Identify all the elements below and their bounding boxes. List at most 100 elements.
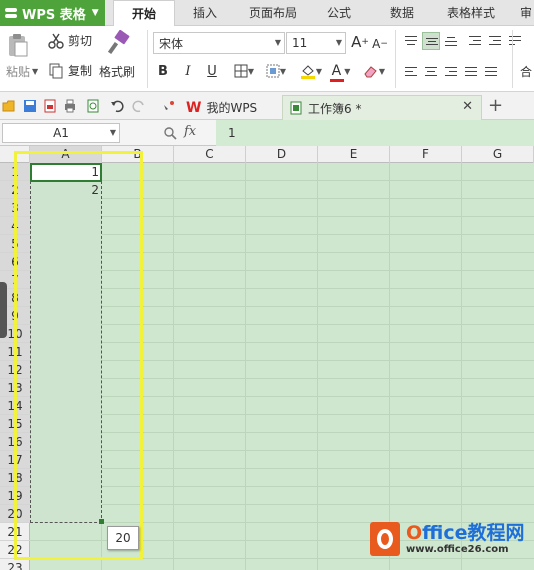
open-folder-icon[interactable] bbox=[2, 99, 16, 113]
caret-down-icon: ▼ bbox=[32, 67, 39, 76]
border-grid-icon bbox=[234, 64, 248, 78]
caret-down-icon: ▼ bbox=[91, 8, 99, 18]
align-left-button[interactable] bbox=[402, 63, 420, 81]
border-button[interactable]: ▼ bbox=[230, 61, 258, 81]
close-icon[interactable]: ✕ bbox=[462, 99, 473, 114]
worksheet-grid[interactable]: ABCDEFG 1 2 3 4 5 6 7 8 9 10 11 12 13 14 15 16 17 18 19 20 2… bbox=[0, 146, 534, 570]
justify-button[interactable] bbox=[462, 63, 480, 81]
column-header-c[interactable]: C bbox=[174, 146, 246, 163]
column-gridline bbox=[461, 163, 462, 570]
format-painter-button[interactable]: 格式刷 bbox=[99, 63, 135, 80]
font-size-value: 11 bbox=[292, 36, 308, 50]
name-box-value: A1 bbox=[53, 126, 69, 140]
cell-style-icon bbox=[266, 64, 280, 78]
undo-icon[interactable] bbox=[110, 99, 124, 113]
app-menu-button[interactable]: WPS 表格 ▼ bbox=[0, 0, 105, 26]
watermark-logo: Office教程网 www.office26.com bbox=[370, 519, 534, 559]
caret-down-icon: ▼ bbox=[335, 38, 342, 47]
clear-format-button[interactable]: ▼ bbox=[360, 61, 388, 81]
caret-down-icon: ▼ bbox=[247, 66, 255, 76]
font-color-icon: A bbox=[329, 63, 344, 82]
name-box[interactable]: A1 ▼ bbox=[2, 123, 120, 143]
app-name: WPS 表格 bbox=[22, 7, 86, 23]
paste-label-button[interactable]: 粘贴 ▼ bbox=[6, 63, 38, 80]
tab-workbook-label: 工作簿6 * bbox=[308, 101, 362, 116]
align-bottom-button[interactable] bbox=[442, 32, 460, 50]
italic-button[interactable]: I bbox=[178, 61, 198, 81]
column-gridline bbox=[317, 163, 318, 570]
bold-button[interactable]: B bbox=[153, 61, 173, 81]
annotation-highlight-box bbox=[14, 151, 143, 560]
font-size-select[interactable]: 11 ▼ bbox=[286, 32, 346, 54]
cell-style-button[interactable]: ▼ bbox=[262, 61, 290, 81]
shrink-font-button[interactable]: A − bbox=[370, 34, 390, 54]
font-color-button[interactable]: A ▼ bbox=[328, 61, 354, 82]
eraser-icon bbox=[364, 66, 377, 78]
ribbon-separator bbox=[512, 30, 513, 88]
tab-review[interactable]: 审 bbox=[514, 0, 534, 26]
cut-label: 剪切 bbox=[68, 34, 93, 48]
tab-workbook[interactable]: 工作簿6 * ✕ bbox=[282, 95, 482, 120]
paint-bucket-icon bbox=[300, 65, 315, 79]
cut-button[interactable]: 剪切 bbox=[48, 32, 92, 49]
align-center-button[interactable] bbox=[422, 63, 440, 81]
watermark-title-rest: ffice教程网 bbox=[422, 522, 525, 544]
merge-center-button[interactable]: 合 bbox=[520, 63, 532, 80]
side-panel-grip[interactable] bbox=[0, 282, 7, 338]
watermark-text: Office教程网 www.office26.com bbox=[406, 522, 525, 556]
underline-button[interactable]: U bbox=[202, 61, 222, 81]
redo-icon[interactable] bbox=[132, 99, 146, 113]
zoom-search-icon[interactable] bbox=[163, 126, 177, 140]
caret-down-icon: ▼ bbox=[279, 66, 287, 76]
row-header-23[interactable]: 23 bbox=[0, 559, 30, 570]
paste-button[interactable] bbox=[6, 32, 32, 58]
font-name-value: 宋体 bbox=[159, 36, 184, 51]
customize-toolbar-icon[interactable] bbox=[162, 99, 176, 113]
decrease-indent-button[interactable] bbox=[466, 32, 484, 50]
save-icon[interactable] bbox=[23, 99, 37, 113]
tab-home[interactable]: 开始 bbox=[113, 0, 175, 27]
font-name-select[interactable]: 宋体 ▼ bbox=[153, 32, 285, 54]
column-gridline bbox=[389, 163, 390, 570]
format-painter-icon bbox=[107, 30, 130, 55]
grow-font-icon: A bbox=[351, 33, 362, 51]
quick-access-toolbar: W 我的WPS 工作簿6 * ✕ + bbox=[0, 92, 534, 120]
grow-font-button[interactable]: A + bbox=[350, 32, 370, 52]
ribbon-separator bbox=[395, 30, 396, 88]
insert-function-icon[interactable]: fx bbox=[184, 124, 196, 139]
fill-value-tooltip: 20 bbox=[107, 526, 139, 550]
column-header-g[interactable]: G bbox=[462, 146, 534, 163]
tab-data[interactable]: 数据 bbox=[380, 0, 424, 26]
wrap-text-button[interactable] bbox=[506, 32, 524, 50]
column-header-f[interactable]: F bbox=[390, 146, 462, 163]
tab-formula[interactable]: 公式 bbox=[318, 0, 360, 26]
distributed-align-button[interactable] bbox=[482, 63, 500, 81]
align-top-button[interactable] bbox=[402, 32, 420, 50]
formula-input[interactable]: 1 bbox=[216, 120, 534, 146]
column-header-d[interactable]: D bbox=[246, 146, 318, 163]
print-preview-icon[interactable] bbox=[86, 99, 100, 113]
new-tab-plus-icon[interactable]: + bbox=[488, 95, 503, 116]
caret-down-icon: ▼ bbox=[378, 66, 386, 76]
align-right-button[interactable] bbox=[442, 63, 460, 81]
wps-w-logo-icon: W bbox=[186, 99, 202, 116]
tab-my-wps[interactable]: W 我的WPS bbox=[186, 95, 257, 120]
copy-button[interactable]: 复制 bbox=[48, 62, 92, 79]
office-logo-icon bbox=[370, 522, 400, 556]
spreadsheet-doc-icon bbox=[290, 101, 302, 115]
wps-spreadsheet-window: WPS 表格 ▼ 开始 插入 页面布局 公式 数据 表格样式 审 粘贴 ▼ 剪切 … bbox=[0, 0, 534, 570]
watermark-title-o: O bbox=[406, 522, 423, 544]
tab-page-layout[interactable]: 页面布局 bbox=[240, 0, 306, 26]
column-header-e[interactable]: E bbox=[318, 146, 390, 163]
ribbon: 粘贴 ▼ 剪切 复制 格式刷 宋体 ▼ 11 ▼ A + A − B I U ▼… bbox=[0, 26, 534, 92]
fill-color-button[interactable]: ▼ bbox=[297, 61, 325, 81]
wps-logo-icon bbox=[4, 6, 18, 20]
align-middle-button[interactable] bbox=[422, 32, 440, 50]
increase-indent-button[interactable] bbox=[486, 32, 504, 50]
format-painter-icon-button[interactable] bbox=[100, 30, 136, 58]
export-pdf-icon[interactable] bbox=[43, 99, 57, 113]
clipboard-icon bbox=[9, 34, 28, 57]
tab-table-style[interactable]: 表格样式 bbox=[436, 0, 506, 26]
print-icon[interactable] bbox=[63, 99, 77, 113]
tab-insert[interactable]: 插入 bbox=[180, 0, 230, 26]
